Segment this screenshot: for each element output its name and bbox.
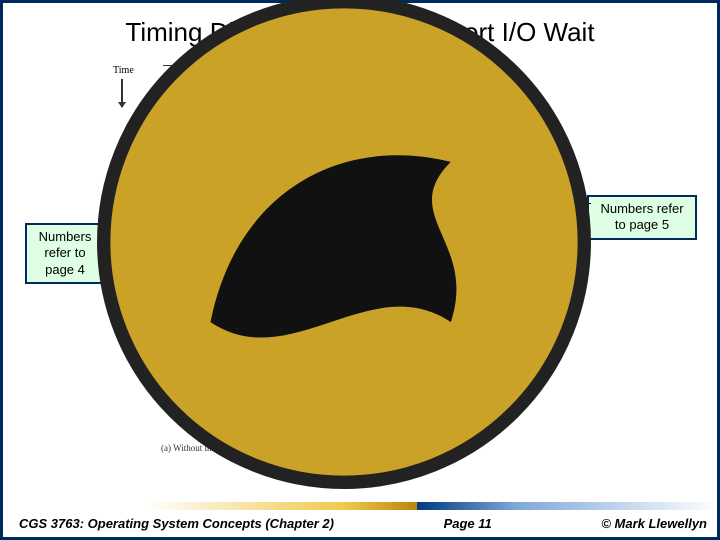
footer-left: CGS 3763: Operating System Concepts (Cha… (19, 516, 334, 531)
ucf-pegasus-logo-icon (0, 0, 701, 509)
footer-page: Page 11 (444, 516, 492, 531)
slide: Timing Diagram Based on Short I/O Wait N… (0, 0, 720, 540)
footer-copyright: © Mark Llewellyn (601, 516, 707, 531)
footer: CGS 3763: Operating System Concepts (Cha… (3, 502, 717, 537)
footer-divider-icon (3, 502, 717, 510)
